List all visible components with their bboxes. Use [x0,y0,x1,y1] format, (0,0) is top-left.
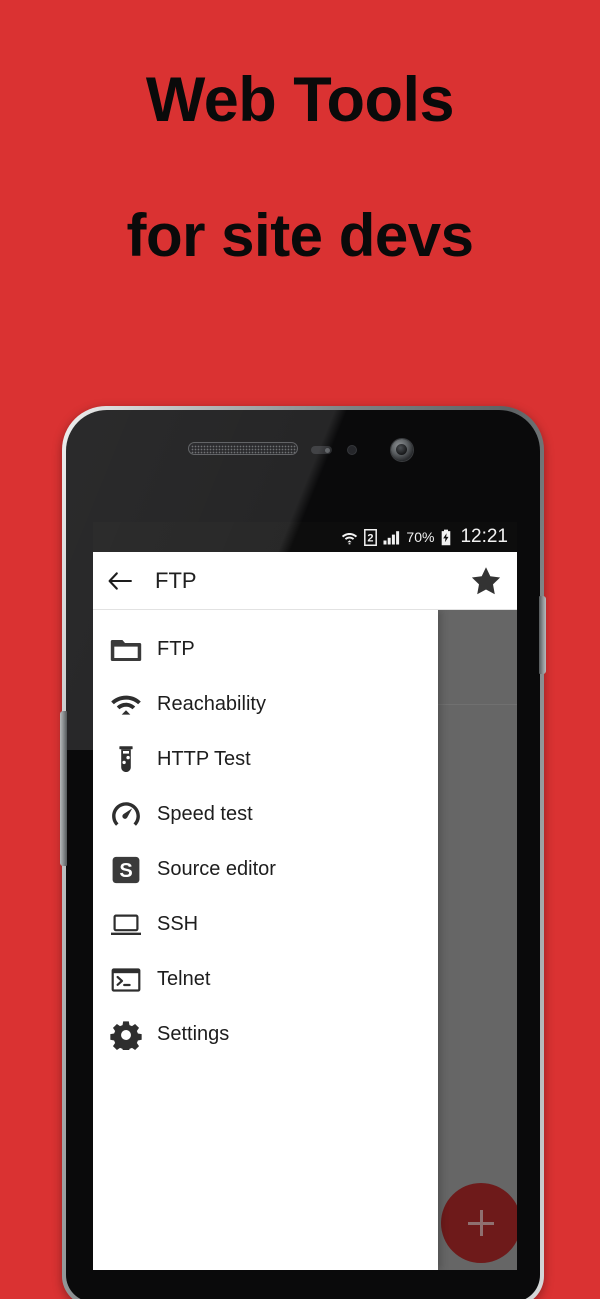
drawer-item-speed-test[interactable]: Speed test [93,787,438,842]
drawer-item-reachability[interactable]: Reachability [93,677,438,732]
terminal-icon [107,963,145,997]
app-bar: FTP [93,552,517,610]
drawer-item-telnet[interactable]: Telnet [93,952,438,1007]
drawer-item-label: Source editor [157,858,276,880]
page-title: FTP [155,567,197,593]
promo-headline: Web Tools for site devs [0,52,600,284]
plus-icon [468,1210,494,1236]
wifi-icon [341,530,358,545]
drawer-item-label: Settings [157,1023,230,1045]
wifi-icon [107,688,145,722]
star-filled-icon[interactable] [459,566,513,595]
navigation-drawer: FTP Reachability HTTP Test Speed test S … [93,610,438,1270]
earpiece-speaker-icon [188,442,298,455]
drawer-item-ftp[interactable]: FTP [93,622,438,677]
drawer-item-source-editor[interactable]: S Source editor [93,842,438,897]
drawer-item-label: Reachability [157,693,266,715]
drawer-item-http-test[interactable]: HTTP Test [93,732,438,787]
phone-device: 2 70% 12:21 FTP FTP Reachability HTTP Te… [60,406,546,1299]
svg-text:S: S [119,860,132,882]
drawer-item-settings[interactable]: Settings [93,1007,438,1062]
status-bar-clock: 12:21 [460,526,508,547]
headline-line-1: Web Tools [145,65,455,135]
svg-text:2: 2 [368,532,374,544]
headline-line-2: for site devs [126,202,474,269]
earpiece-mesh [191,445,297,454]
add-button-fab[interactable] [441,1183,517,1263]
source-editor-icon: S [107,853,145,887]
volume-rocker-button[interactable] [60,711,67,866]
battery-charging-icon [440,529,452,546]
status-bar: 2 70% 12:21 [93,522,517,552]
scrim-divider [438,704,517,705]
battery-percent-label: 70% [406,529,435,545]
drawer-item-label: FTP [157,638,195,660]
proximity-sensor-icon [311,446,332,454]
power-button[interactable] [539,596,546,674]
light-sensor-icon [347,445,357,455]
sim-indicator-icon: 2 [364,528,378,546]
drawer-item-label: Telnet [157,968,211,990]
test-tube-icon [107,743,145,777]
drawer-item-label: SSH [157,913,199,935]
drawer-item-ssh[interactable]: SSH [93,897,438,952]
signal-bars-icon [383,530,400,545]
screen-content: FTP Reachability HTTP Test Speed test S … [93,610,517,1270]
phone-screen: 2 70% 12:21 FTP FTP Reachability HTTP Te… [93,522,517,1270]
folder-icon [107,633,145,667]
drawer-scrim[interactable] [438,610,517,1270]
phone-body: 2 70% 12:21 FTP FTP Reachability HTTP Te… [66,410,540,1299]
gear-icon [107,1018,145,1052]
drawer-item-label: Speed test [157,803,253,825]
drawer-item-label: HTTP Test [157,748,251,770]
front-camera-icon [391,439,413,461]
back-arrow-icon[interactable] [93,570,147,592]
speedometer-icon [107,798,145,832]
laptop-icon [107,908,145,942]
